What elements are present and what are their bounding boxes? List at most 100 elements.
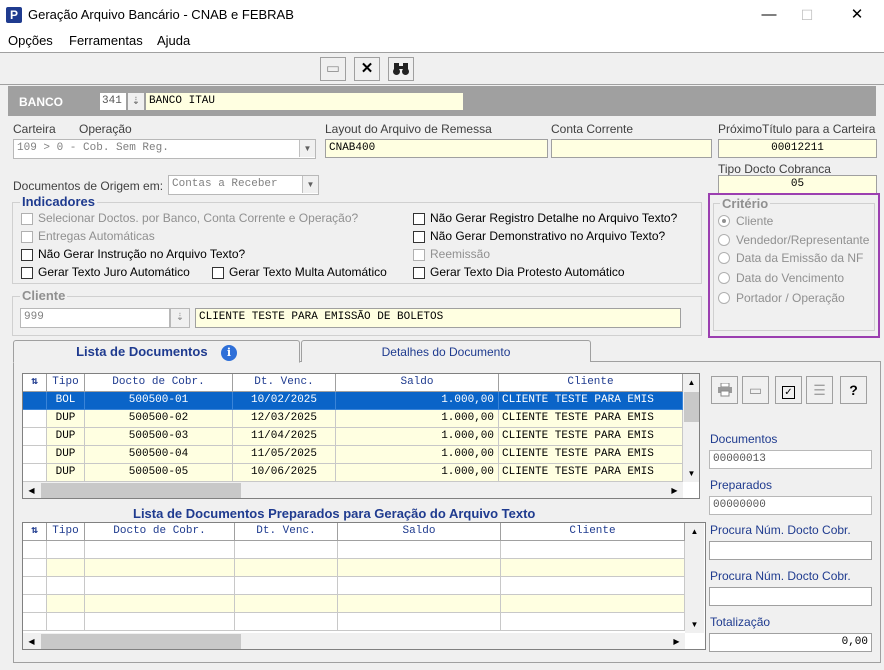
row-indicator: [23, 464, 47, 482]
binoculars-icon: [393, 63, 409, 75]
delete-button[interactable]: ✕: [354, 57, 380, 81]
scroll-right-icon[interactable]: ▶: [668, 633, 685, 649]
nao-gerar-detalhe-checkbox[interactable]: [413, 213, 425, 225]
sort-icon[interactable]: ⇅: [23, 374, 47, 392]
reemissao-checkbox[interactable]: [413, 249, 425, 261]
cliente-code-input[interactable]: 999: [20, 308, 170, 328]
procura-docto-input-1[interactable]: [709, 541, 872, 560]
col-venc[interactable]: Dt. Venc.: [235, 523, 338, 541]
reemissao-label: Reemissão: [430, 247, 491, 261]
search-button[interactable]: [388, 57, 414, 81]
blank-page-icon: ▭: [325, 60, 341, 77]
criterio-radio-portador[interactable]: [718, 292, 730, 304]
carteira-dropdown-icon[interactable]: ▼: [299, 140, 315, 157]
cell-venc: 11/05/2025: [233, 446, 336, 464]
selecionar-doctos-label: Selecionar Doctos. por Banco, Conta Corr…: [38, 211, 359, 225]
scroll-thumb[interactable]: [684, 392, 699, 422]
empty-cell: [85, 577, 235, 595]
col-saldo[interactable]: Saldo: [338, 523, 501, 541]
layout-input[interactable]: CNAB400: [325, 139, 548, 158]
scroll-up-icon[interactable]: ▲: [683, 374, 699, 391]
table-row[interactable]: [23, 595, 685, 613]
scroll-left-icon[interactable]: ◀: [23, 633, 40, 649]
cell-saldo: 1.000,00: [336, 446, 499, 464]
nao-gerar-instrucao-checkbox[interactable]: [21, 249, 33, 261]
empty-cell: [85, 559, 235, 577]
docs-origem-select[interactable]: Contas a Receber: [168, 175, 319, 195]
close-window-button[interactable]: ✕: [834, 0, 880, 30]
criterio-title: Critério: [720, 196, 771, 211]
docs-origem-dropdown-icon[interactable]: ▼: [302, 176, 318, 193]
help-button[interactable]: ?: [840, 376, 867, 404]
document-list-button[interactable]: ☰: [806, 376, 833, 404]
procura-docto-input-2[interactable]: [709, 587, 872, 606]
col-cliente[interactable]: Cliente: [501, 523, 685, 541]
preparados-title: Lista de Documentos Preparados para Gera…: [133, 506, 536, 521]
documentos-vscrollbar[interactable]: ▲ ▼: [683, 374, 699, 482]
col-saldo[interactable]: Saldo: [336, 374, 499, 392]
table-row[interactable]: [23, 577, 685, 595]
table-row[interactable]: [23, 613, 685, 631]
cliente-lookup-button[interactable]: ⇣: [170, 308, 190, 328]
criterio-radio-vencimento[interactable]: [718, 272, 730, 284]
criterio-radio-vendedor[interactable]: [718, 234, 730, 246]
operacao-label: Operação: [79, 122, 132, 136]
table-row[interactable]: DUP 500500-03 11/04/2025 1.000,00 CLIENTE TE…: [23, 428, 683, 446]
criterio-label-cliente: Cliente: [736, 214, 774, 228]
scroll-up-icon[interactable]: ▲: [686, 523, 703, 540]
col-cliente[interactable]: Cliente: [499, 374, 683, 392]
new-record-button[interactable]: ▭: [320, 57, 346, 81]
menu-ajuda[interactable]: Ajuda: [157, 33, 190, 48]
carteira-select[interactable]: 109 > 0 - Cob. Sem Reg.: [13, 139, 316, 159]
proximo-titulo-input[interactable]: 00012211: [718, 139, 877, 158]
col-tipo[interactable]: Tipo: [47, 374, 85, 392]
preparados-vscrollbar[interactable]: ▲ ▼: [685, 523, 704, 633]
table-row[interactable]: DUP 500500-05 10/06/2025 1.000,00 CLIENTE TE…: [23, 464, 683, 482]
criterio-radio-emissao[interactable]: [718, 252, 730, 264]
conta-corrente-input[interactable]: [551, 139, 712, 158]
clear-button[interactable]: ▭: [742, 376, 769, 404]
cliente-name-input[interactable]: CLIENTE TESTE PARA EMISSÃO DE BOLETOS: [195, 308, 681, 328]
hscroll-thumb[interactable]: [41, 634, 241, 649]
banco-code-input[interactable]: 341: [99, 92, 127, 111]
sort-icon[interactable]: ⇅: [23, 523, 47, 541]
table-row[interactable]: DUP 500500-02 12/03/2025 1.000,00 CLIENTE TE…: [23, 410, 683, 428]
scroll-down-icon[interactable]: ▼: [683, 465, 699, 482]
table-row[interactable]: [23, 541, 685, 559]
print-button[interactable]: [711, 376, 738, 404]
tab-lista-label: Lista de Documentos: [76, 344, 208, 359]
cell-tipo: DUP: [47, 446, 85, 464]
tipo-docto-input[interactable]: 05: [718, 175, 877, 194]
row-indicator: [23, 392, 47, 410]
col-docto[interactable]: Docto de Cobr.: [85, 523, 235, 541]
empty-cell: [23, 541, 47, 559]
menu-ferramentas[interactable]: Ferramentas: [69, 33, 143, 48]
documentos-hscrollbar[interactable]: ◀ ▶: [23, 482, 683, 498]
banco-name-input[interactable]: BANCO ITAU: [145, 92, 464, 111]
preparados-hscrollbar[interactable]: ◀ ▶: [23, 633, 685, 649]
juro-automatico-checkbox[interactable]: [21, 267, 33, 279]
hscroll-thumb[interactable]: [41, 483, 241, 498]
empty-cell: [85, 541, 235, 559]
table-row[interactable]: [23, 559, 685, 577]
scroll-left-icon[interactable]: ◀: [23, 482, 40, 498]
menu-opcoes[interactable]: Opções: [8, 33, 53, 48]
entregas-automaticas-checkbox[interactable]: [21, 231, 33, 243]
col-tipo[interactable]: Tipo: [47, 523, 85, 541]
col-venc[interactable]: Dt. Venc.: [233, 374, 336, 392]
scroll-down-icon[interactable]: ▼: [686, 616, 703, 633]
nao-gerar-demonstrativo-checkbox[interactable]: [413, 231, 425, 243]
criterio-radio-cliente[interactable]: [718, 215, 730, 227]
scroll-right-icon[interactable]: ▶: [666, 482, 683, 498]
selecionar-doctos-checkbox[interactable]: [21, 213, 33, 225]
table-row[interactable]: BOL 500500-01 10/02/2025 1.000,00 CLIENTE TE…: [23, 392, 683, 410]
tab-lista-documentos[interactable]: Lista de Documentos i: [13, 340, 300, 363]
col-docto[interactable]: Docto de Cobr.: [85, 374, 233, 392]
banco-lookup-button[interactable]: ⇣: [127, 92, 145, 111]
tab-detalhes-documento[interactable]: Detalhes do Documento: [301, 340, 591, 362]
check-button[interactable]: ✓: [775, 376, 802, 404]
multa-automatico-checkbox[interactable]: [212, 267, 224, 279]
table-row[interactable]: DUP 500500-04 11/05/2025 1.000,00 CLIENTE TE…: [23, 446, 683, 464]
dia-protesto-checkbox[interactable]: [413, 267, 425, 279]
maximize-button[interactable]: ☐: [784, 0, 830, 30]
